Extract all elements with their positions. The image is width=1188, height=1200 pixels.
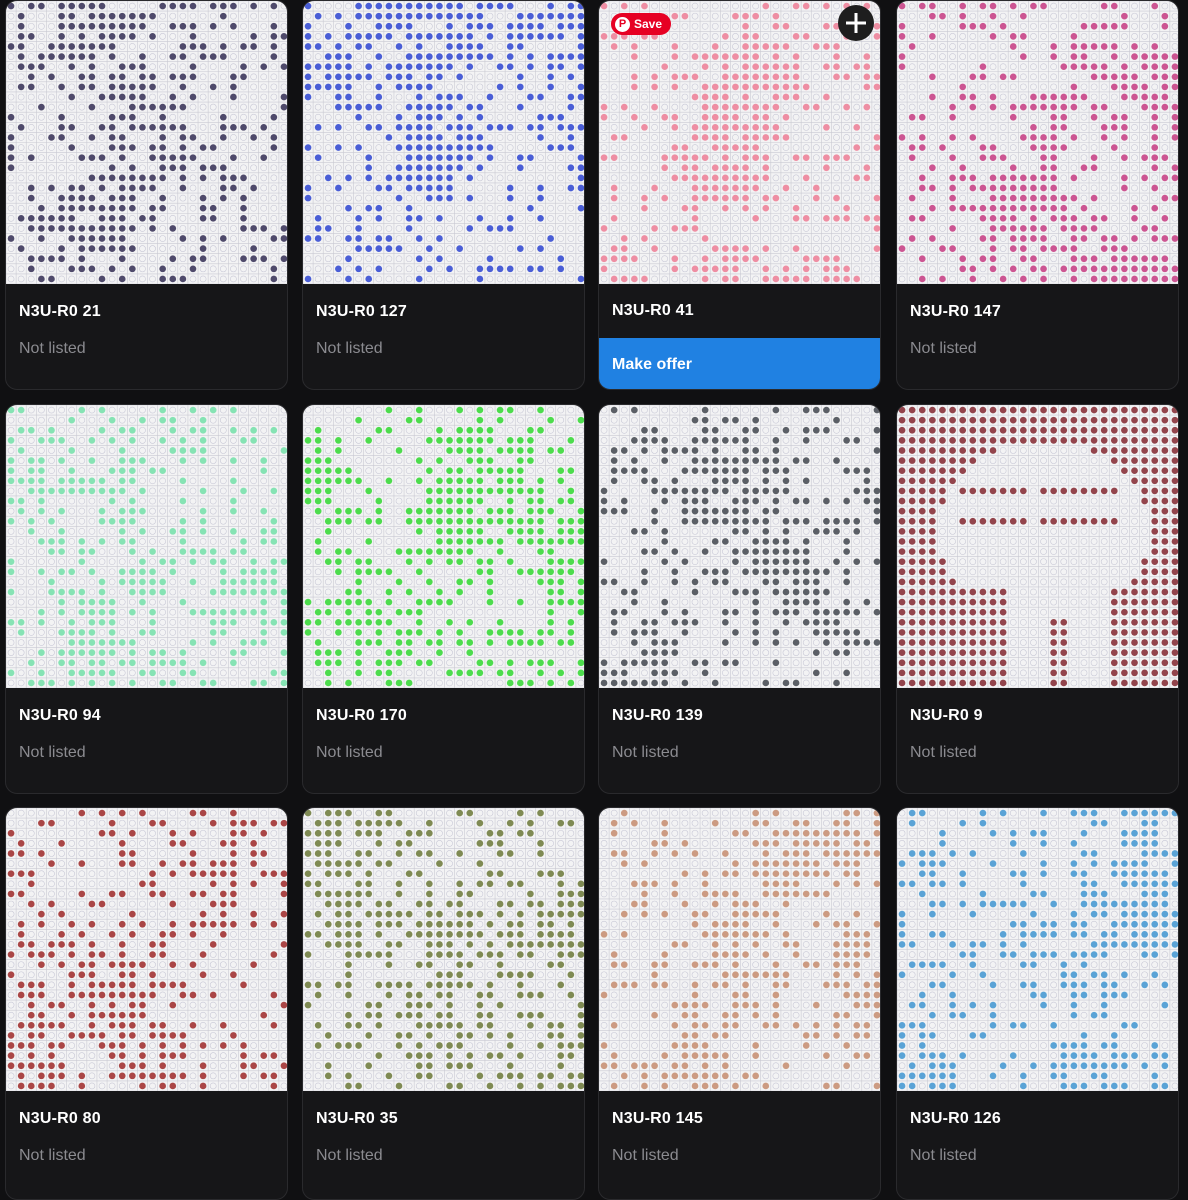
nft-title[interactable]: N3U-R0 41 <box>612 302 694 320</box>
save-label: Save <box>634 17 663 31</box>
listing-status: Not listed <box>316 744 383 761</box>
listing-status: Not listed <box>316 340 383 357</box>
nft-image[interactable] <box>897 405 1179 688</box>
nft-card[interactable]: N3U-R0 9 Not listed <box>896 404 1179 794</box>
nft-title[interactable]: N3U-R0 9 <box>910 707 983 725</box>
nft-title[interactable]: N3U-R0 80 <box>19 1110 101 1128</box>
nft-title[interactable]: N3U-R0 126 <box>910 1110 1001 1128</box>
nft-card[interactable]: N3U-R0 80 Not listed <box>5 807 288 1200</box>
nft-card[interactable]: N3U-R0 21 Not listed <box>5 0 288 390</box>
nft-title[interactable]: N3U-R0 139 <box>612 707 703 725</box>
nft-title[interactable]: N3U-R0 127 <box>316 303 407 321</box>
listing-status: Not listed <box>910 744 977 761</box>
pinterest-save-button[interactable]: P Save <box>611 13 672 35</box>
nft-image[interactable] <box>303 405 585 688</box>
listing-status: Not listed <box>19 744 86 761</box>
listing-status: Not listed <box>19 340 86 357</box>
listing-status: Not listed <box>910 1147 977 1164</box>
nft-card[interactable]: N3U-R0 147 Not listed <box>896 0 1179 390</box>
listing-status: Not listed <box>612 1147 679 1164</box>
nft-card[interactable]: N3U-R0 94 Not listed <box>5 404 288 794</box>
nft-title[interactable]: N3U-R0 21 <box>19 303 101 321</box>
nft-card[interactable]: N3U-R0 145 Not listed <box>598 807 881 1200</box>
nft-grid: N3U-R0 21 Not listed N3U-R0 127 Not list… <box>0 0 1188 1200</box>
add-icon[interactable] <box>838 5 874 41</box>
nft-card[interactable]: N3U-R0 35 Not listed <box>302 807 585 1200</box>
nft-card[interactable]: N3U-R0 127 Not listed <box>302 0 585 390</box>
nft-title[interactable]: N3U-R0 35 <box>316 1110 398 1128</box>
nft-card[interactable]: P Save N3U-R0 41 Make offer <box>598 0 881 390</box>
nft-image[interactable] <box>6 1 288 284</box>
nft-image[interactable] <box>6 405 288 688</box>
nft-image[interactable] <box>6 808 288 1091</box>
make-offer-button[interactable]: Make offer <box>599 338 880 389</box>
listing-status: Not listed <box>910 340 977 357</box>
nft-title[interactable]: N3U-R0 170 <box>316 707 407 725</box>
nft-image[interactable] <box>599 1 881 284</box>
nft-image[interactable] <box>303 808 585 1091</box>
nft-image[interactable] <box>897 1 1179 284</box>
nft-image[interactable] <box>897 808 1179 1091</box>
nft-title[interactable]: N3U-R0 147 <box>910 303 1001 321</box>
nft-card[interactable]: N3U-R0 139 Not listed <box>598 404 881 794</box>
nft-title[interactable]: N3U-R0 145 <box>612 1110 703 1128</box>
nft-image[interactable] <box>599 405 881 688</box>
listing-status: Not listed <box>612 744 679 761</box>
nft-image[interactable] <box>303 1 585 284</box>
listing-status: Not listed <box>19 1147 86 1164</box>
nft-card[interactable]: N3U-R0 126 Not listed <box>896 807 1179 1200</box>
nft-image[interactable] <box>599 808 881 1091</box>
nft-title[interactable]: N3U-R0 94 <box>19 707 101 725</box>
nft-card[interactable]: N3U-R0 170 Not listed <box>302 404 585 794</box>
pinterest-icon: P <box>615 16 630 32</box>
listing-status: Not listed <box>316 1147 383 1164</box>
